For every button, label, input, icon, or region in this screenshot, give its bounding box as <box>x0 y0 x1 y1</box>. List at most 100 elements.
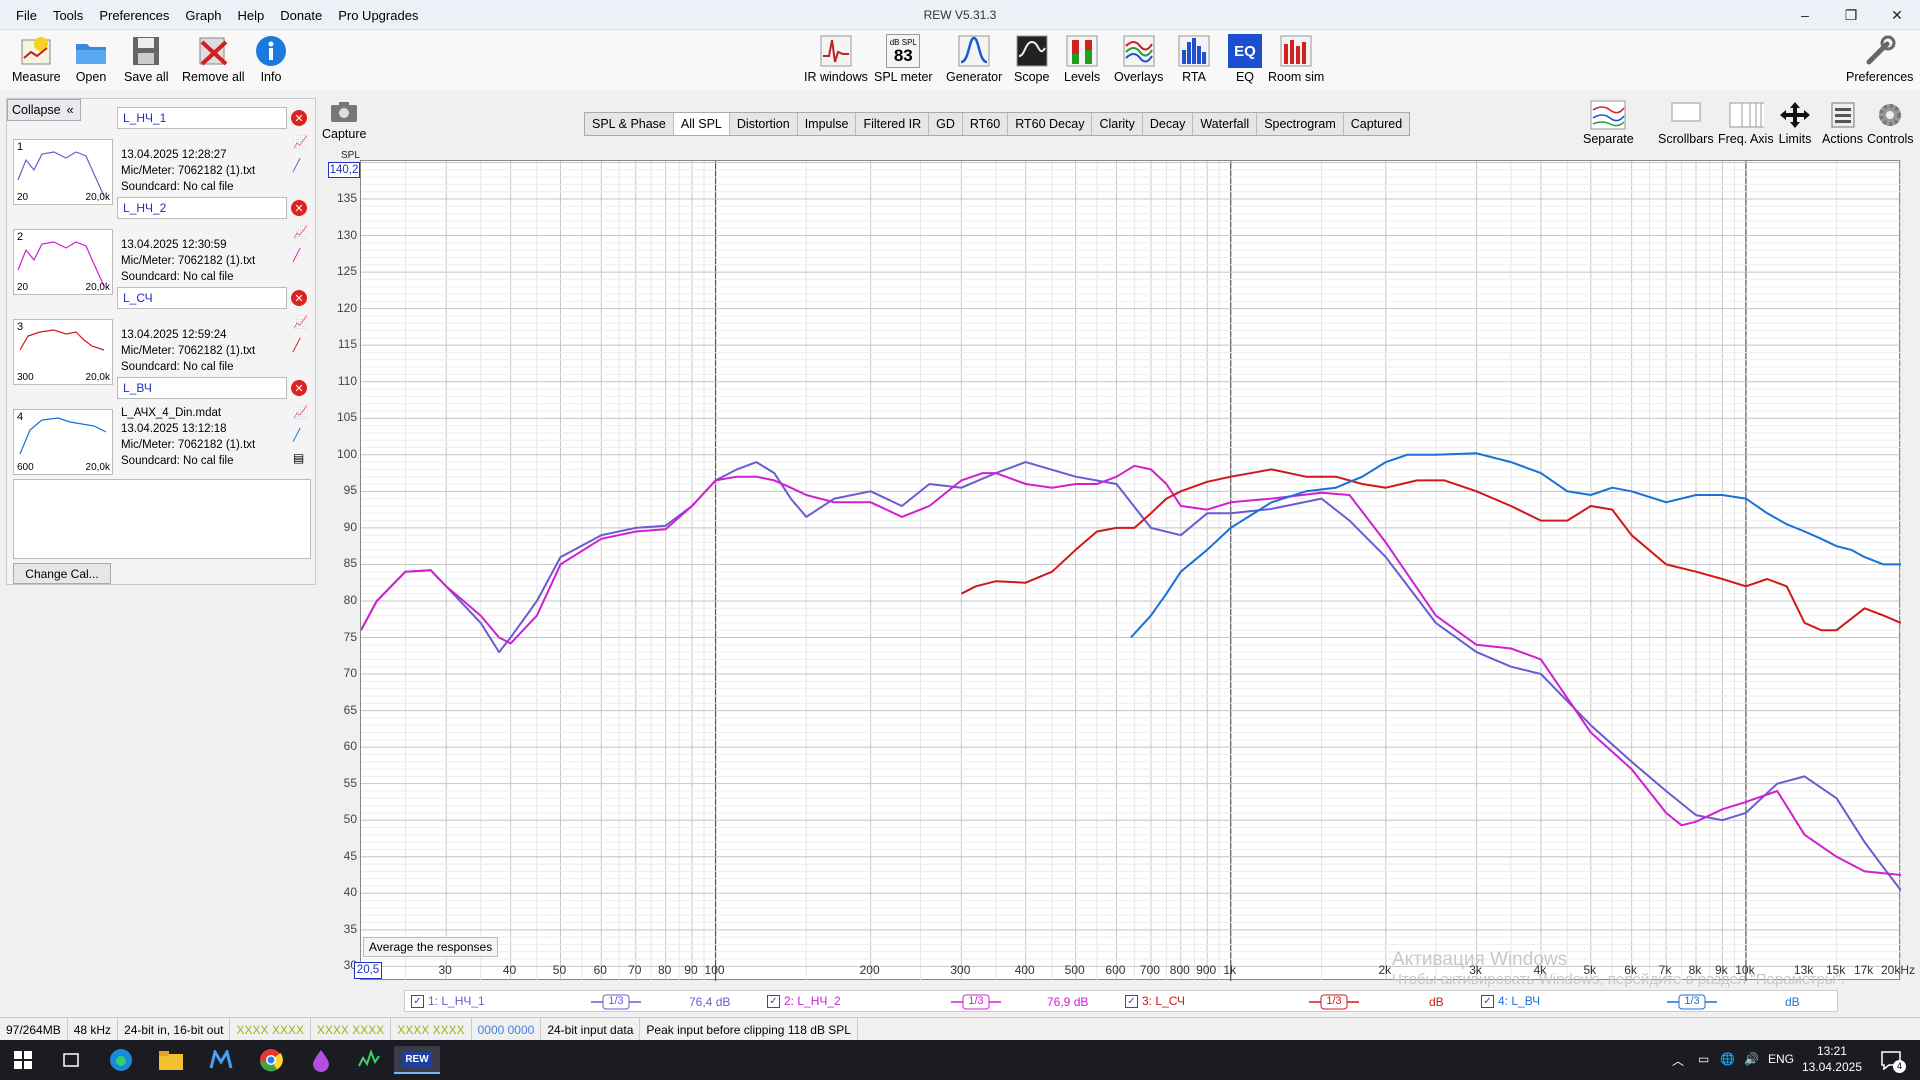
open-button[interactable]: Open <box>74 34 108 84</box>
file-explorer-icon[interactable] <box>156 1046 186 1074</box>
remove-all-button[interactable]: Remove all <box>182 34 245 84</box>
chart-icon[interactable]: 📈 <box>293 315 308 329</box>
preferences-button[interactable]: Preferences <box>1846 34 1913 84</box>
room-sim-button[interactable]: Room sim <box>1268 34 1324 84</box>
delete-measurement-icon[interactable]: ✕ <box>291 110 307 126</box>
measurement-name-field[interactable] <box>117 287 287 309</box>
line-color-icon[interactable]: ╱ <box>293 338 308 352</box>
delete-measurement-icon[interactable]: ✕ <box>291 380 307 396</box>
change-cal-button[interactable]: Change Cal... <box>13 563 111 584</box>
info-button[interactable]: Info <box>254 34 288 84</box>
freq-axis-button[interactable]: Freq. Axis <box>1718 100 1774 146</box>
delete-measurement-icon[interactable]: ✕ <box>291 200 307 216</box>
tray-globe-icon[interactable]: 🌐 <box>1720 1052 1735 1066</box>
y-max-field[interactable]: 140,2 <box>328 162 360 178</box>
tab-spl-phase[interactable]: SPL & Phase <box>585 113 674 135</box>
minimize-button[interactable]: – <box>1782 0 1828 30</box>
menu-help[interactable]: Help <box>230 8 273 24</box>
controls-button[interactable]: Controls <box>1867 100 1914 146</box>
eq-button[interactable]: EQ EQ <box>1228 34 1262 84</box>
tab-distortion[interactable]: Distortion <box>730 113 798 135</box>
measurement-item-1[interactable]: ✕ 1 20 20,0k 13.04.2025 12:28:27 Mic/Met… <box>7 99 317 205</box>
measurement-item-2[interactable]: ✕ 2 20 20,0k 13.04.2025 12:30:59 Mic/Met… <box>7 189 317 295</box>
menu-donate[interactable]: Donate <box>272 8 330 24</box>
chart-icon[interactable]: 📈 <box>293 225 308 239</box>
legend-smoothing-2[interactable]: 1/3 <box>951 994 1001 1010</box>
windows-start-icon[interactable] <box>8 1046 38 1074</box>
spl-meter-button[interactable]: dB SPL 83 SPL meter <box>874 34 933 84</box>
rew-taskbar-button[interactable]: REW <box>394 1046 440 1074</box>
tray-language[interactable]: ENG <box>1768 1052 1794 1066</box>
actions-button[interactable]: Actions <box>1822 100 1863 146</box>
measurement-name-field[interactable] <box>117 197 287 219</box>
tab-clarity[interactable]: Clarity <box>1092 113 1143 135</box>
save-all-button[interactable]: Save all <box>124 34 168 84</box>
edge-browser-icon[interactable] <box>106 1046 136 1074</box>
task-view-icon[interactable] <box>56 1046 86 1074</box>
mail-app-icon[interactable] <box>206 1046 236 1074</box>
tab-decay[interactable]: Decay <box>1143 113 1194 135</box>
menu-preferences[interactable]: Preferences <box>91 8 177 24</box>
measure-button[interactable]: Measure <box>12 34 61 84</box>
legend-checkbox[interactable]: ✓ <box>411 994 424 1008</box>
legend-item-4[interactable]: ✓ 4: L_ВЧ <box>1481 994 1540 1008</box>
scrollbars-button[interactable]: Scrollbars <box>1658 100 1714 146</box>
tab-waterfall[interactable]: Waterfall <box>1193 113 1258 135</box>
line-color-icon[interactable]: ╱ <box>293 158 308 172</box>
average-responses-button[interactable]: Average the responses <box>363 937 499 957</box>
generator-button[interactable]: Generator <box>946 34 1002 84</box>
x-min-field[interactable]: 20,5 <box>354 962 382 979</box>
legend-checkbox[interactable]: ✓ <box>1125 994 1138 1008</box>
audio-tool-icon[interactable] <box>354 1046 384 1074</box>
legend-item-1[interactable]: ✓ 1: L_НЧ_1 <box>411 994 485 1008</box>
measurement-item-3[interactable]: ✕ 3 300 20,0k 13.04.2025 12:59:24 Mic/Me… <box>7 279 317 385</box>
legend-item-2[interactable]: ✓ 2: L_НЧ_2 <box>767 994 841 1008</box>
levels-button[interactable]: Levels <box>1064 34 1100 84</box>
close-button[interactable]: ✕ <box>1874 0 1920 30</box>
chart-icon[interactable]: 📈 <box>293 135 308 149</box>
legend-checkbox[interactable]: ✓ <box>1481 994 1494 1008</box>
chart-icon[interactable]: 📈 <box>293 405 308 419</box>
capture-button[interactable]: Capture <box>322 100 366 141</box>
notes-icon[interactable]: ▤ <box>293 451 308 465</box>
tray-chevron-up-icon[interactable]: ︿ <box>1672 1052 1684 1069</box>
overlays-button[interactable]: Overlays <box>1114 34 1163 84</box>
tab-rt60[interactable]: RT60 <box>963 113 1009 135</box>
tab-rt60-decay[interactable]: RT60 Decay <box>1008 113 1093 135</box>
line-color-icon[interactable]: ╱ <box>293 248 308 262</box>
delete-measurement-icon[interactable]: ✕ <box>291 290 307 306</box>
maximize-button[interactable]: ❐ <box>1828 0 1874 30</box>
legend-item-3[interactable]: ✓ 3: L_СЧ <box>1125 994 1185 1008</box>
rta-button[interactable]: RTA <box>1177 34 1211 84</box>
spl-graph[interactable] <box>360 160 1901 981</box>
menu-file[interactable]: File <box>8 8 45 24</box>
menu-graph[interactable]: Graph <box>177 8 229 24</box>
menu-tools[interactable]: Tools <box>45 8 91 24</box>
menu-pro-upgrades[interactable]: Pro Upgrades <box>330 8 426 24</box>
paint-app-icon[interactable] <box>306 1046 336 1074</box>
tray-network-adapter-icon[interactable]: ▭ <box>1698 1052 1709 1066</box>
ir-windows-button[interactable]: IR windows <box>804 34 868 84</box>
measurement-name-field[interactable] <box>117 107 287 129</box>
tab-filtered-ir[interactable]: Filtered IR <box>856 113 930 135</box>
tab-gd[interactable]: GD <box>929 113 963 135</box>
legend-checkbox[interactable]: ✓ <box>767 994 780 1008</box>
legend-smoothing-3[interactable]: 1/3 <box>1309 994 1359 1010</box>
legend-smoothing-1[interactable]: 1/3 <box>591 994 641 1010</box>
tab-all-spl[interactable]: All SPL <box>673 113 730 135</box>
legend-smoothing-4[interactable]: 1/3 <box>1667 994 1717 1010</box>
notification-center-icon[interactable]: 4 <box>1876 1046 1906 1074</box>
taskbar-clock[interactable]: 13:21 13.04.2025 <box>1802 1043 1862 1075</box>
measurement-item-4[interactable]: ✕ 4 600 20,0k L_АЧХ_4_Din.mdat 13.04.202… <box>7 369 317 475</box>
measurement-name-field[interactable] <box>117 377 287 399</box>
measurement-thumbnail[interactable]: 4 600 20,0k <box>13 409 113 475</box>
tab-captured[interactable]: Captured <box>1344 113 1409 135</box>
chrome-browser-icon[interactable] <box>256 1046 286 1074</box>
limits-button[interactable]: Limits <box>1777 100 1813 146</box>
status-memory[interactable]: 97/264MB <box>0 1018 68 1041</box>
scope-button[interactable]: Scope <box>1014 34 1049 84</box>
separate-button[interactable]: Separate <box>1583 100 1634 146</box>
tab-impulse[interactable]: Impulse <box>798 113 857 135</box>
line-color-icon[interactable]: ╱ <box>293 428 308 442</box>
tab-spectrogram[interactable]: Spectrogram <box>1257 113 1344 135</box>
